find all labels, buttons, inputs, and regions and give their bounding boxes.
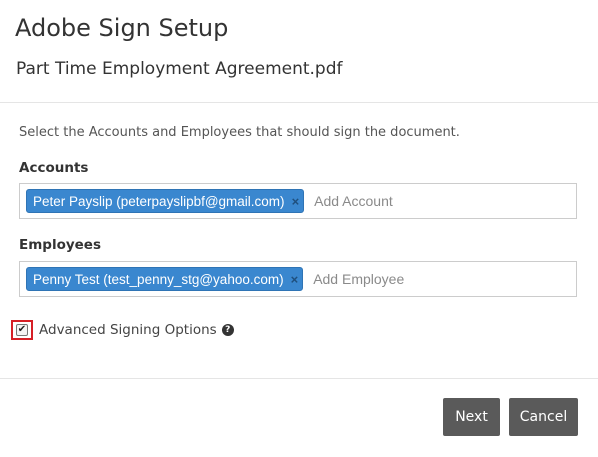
add-employee-input[interactable] — [313, 271, 514, 287]
instructions-text: Select the Accounts and Employees that s… — [19, 125, 460, 140]
document-name: Part Time Employment Agreement.pdf — [16, 59, 343, 79]
dialog-title: Adobe Sign Setup — [15, 14, 229, 42]
add-account-input[interactable] — [314, 193, 515, 209]
remove-account-close-icon[interactable]: × — [292, 195, 300, 208]
employee-tag: Penny Test (test_penny_stg@yahoo.com) × — [26, 267, 304, 291]
question-circle-icon[interactable]: ? — [221, 324, 234, 336]
accounts-tag-input[interactable]: Peter Payslip (peterpayslipbf@gmail.com)… — [19, 183, 577, 219]
employees-label: Employees — [19, 237, 102, 253]
remove-employee-close-icon[interactable]: × — [291, 273, 299, 286]
footer-divider — [0, 378, 598, 379]
employee-tag-label: Penny Test (test_penny_stg@yahoo.com) — [33, 271, 284, 287]
account-tag: Peter Payslip (peterpayslipbf@gmail.com)… — [26, 189, 305, 213]
advanced-signing-options-checkbox[interactable]: ✔ — [16, 324, 28, 336]
advanced-signing-options-row: ✔ Advanced Signing Options ? — [11, 320, 234, 340]
checkmark-icon: ✔ — [17, 324, 27, 335]
checkbox-highlight: ✔ — [11, 320, 33, 340]
advanced-signing-options-label[interactable]: Advanced Signing Options — [39, 322, 217, 338]
employees-tag-input[interactable]: Penny Test (test_penny_stg@yahoo.com) × — [19, 261, 577, 297]
account-tag-label: Peter Payslip (peterpayslipbf@gmail.com) — [33, 193, 285, 209]
adobe-sign-setup-dialog: Adobe Sign Setup Part Time Employment Ag… — [0, 0, 598, 457]
accounts-label: Accounts — [19, 160, 89, 176]
header-divider — [0, 102, 598, 103]
cancel-button[interactable]: Cancel — [509, 398, 578, 436]
next-button[interactable]: Next — [443, 398, 500, 436]
